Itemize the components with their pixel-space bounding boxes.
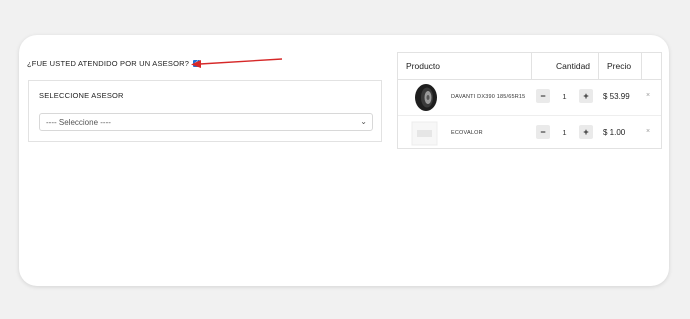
header-price: Precio xyxy=(607,61,632,71)
quantity-value[interactable]: 1 xyxy=(550,128,579,137)
header-quantity: Cantidad xyxy=(556,61,591,71)
table-row: ECOVALOR − 1 + $ 1.00 × xyxy=(398,115,661,151)
advisor-select[interactable]: ---- Seleccione ---- ⌄ xyxy=(39,113,373,131)
column-divider xyxy=(641,53,642,79)
increase-button[interactable]: + xyxy=(579,125,593,139)
product-name: ECOVALOR xyxy=(451,130,483,136)
column-divider xyxy=(598,53,599,79)
red-arrow-icon xyxy=(191,58,283,68)
advisor-select-value: ---- Seleccione ---- xyxy=(46,117,111,127)
decrease-button[interactable]: − xyxy=(536,125,550,139)
item-price: $ 1.00 xyxy=(603,128,626,137)
product-name: DAVANTI DX390 185/65R15 xyxy=(451,94,526,100)
remove-item-button[interactable]: × xyxy=(646,128,650,135)
header-product: Producto xyxy=(406,61,441,71)
cart-table: Producto Cantidad Precio DAVANTI DX390 1… xyxy=(397,52,662,149)
item-price: $ 53.99 xyxy=(603,92,630,101)
increase-button[interactable]: + xyxy=(579,89,593,103)
chevron-down-icon: ⌄ xyxy=(360,117,367,126)
advisor-question-label: ¿FUE USTED ATENDIDO POR UN ASESOR? xyxy=(27,59,190,68)
advisor-question: ¿FUE USTED ATENDIDO POR UN ASESOR? ✓ xyxy=(27,59,201,68)
quantity-stepper: − 1 + xyxy=(536,89,593,103)
quantity-stepper: − 1 + xyxy=(536,125,593,139)
tire-icon xyxy=(415,84,437,111)
table-row: DAVANTI DX390 185/65R15 − 1 + $ 53.99 × xyxy=(398,80,661,115)
decrease-button[interactable]: − xyxy=(536,89,550,103)
column-divider xyxy=(531,53,532,79)
cart-header: Producto Cantidad Precio xyxy=(398,53,661,80)
remove-item-button[interactable]: × xyxy=(646,92,650,99)
advisor-select-label: SELECCIONE ASESOR xyxy=(39,91,124,100)
quantity-value[interactable]: 1 xyxy=(550,92,579,101)
product-placeholder-icon xyxy=(411,121,438,146)
advisor-section: SELECCIONE ASESOR ---- Seleccione ---- ⌄ xyxy=(28,80,382,142)
